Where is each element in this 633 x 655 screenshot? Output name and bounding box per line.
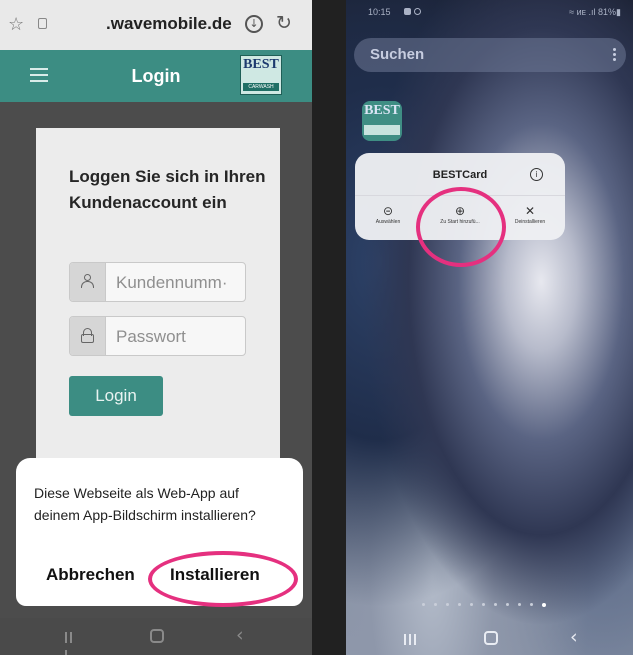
- app-header: Login BEST CARWASH: [0, 50, 312, 102]
- page-dot[interactable]: [518, 603, 521, 606]
- customer-number-placeholder: Kundennumm·: [116, 273, 228, 292]
- page-dot[interactable]: [458, 603, 461, 606]
- back-icon[interactable]: ‹: [236, 624, 244, 646]
- uninstall-action[interactable]: ✕ Deinstallieren: [497, 203, 563, 225]
- bookmark-star-icon[interactable]: ☆: [8, 14, 24, 35]
- search-placeholder: Suchen: [370, 46, 425, 63]
- logo-subtext: CARWASH: [248, 84, 274, 90]
- recents-icon[interactable]: [65, 630, 77, 655]
- right-phone-screen: 10:15 ≈ ᴎᴇ .ıl 81%▮ Suchen BEST BESTCard…: [346, 0, 633, 655]
- app-search-bar[interactable]: Suchen: [354, 38, 626, 72]
- page-dot[interactable]: [482, 603, 485, 606]
- install-message: Diese Webseite als Web-App auf deinem Ap…: [34, 485, 256, 523]
- lock-icon: [38, 18, 47, 29]
- user-addon: [70, 263, 106, 301]
- login-button[interactable]: Login: [69, 376, 163, 416]
- cancel-button[interactable]: Abbrechen: [46, 565, 135, 585]
- password-field[interactable]: Passwort: [69, 316, 246, 356]
- select-action[interactable]: ⊝ Auswählen: [355, 203, 421, 225]
- page-dot[interactable]: [506, 603, 509, 606]
- system-status: ≈ ᴎᴇ .ıl 81%▮: [569, 7, 621, 17]
- home-icon[interactable]: [150, 629, 164, 643]
- status-bar: 10:15 ≈ ᴎᴇ .ıl 81%▮: [346, 0, 633, 26]
- browser-address-bar[interactable]: ☆ .wavemobile.de ↓ ↻: [0, 0, 312, 50]
- lock-addon: [70, 317, 106, 355]
- android-nav-bar-right: ‹: [346, 620, 633, 655]
- bestcard-app-icon[interactable]: BEST: [362, 101, 402, 141]
- page-dot[interactable]: [494, 603, 497, 606]
- page-dot[interactable]: [422, 603, 425, 606]
- page-indicator: [422, 603, 582, 609]
- close-icon: ✕: [524, 204, 536, 218]
- page-dot[interactable]: [446, 603, 449, 606]
- back-icon[interactable]: ‹: [570, 626, 578, 648]
- app-info-icon[interactable]: i: [530, 168, 543, 181]
- install-highlight-circle: [148, 551, 298, 607]
- page-dot[interactable]: [542, 603, 546, 607]
- home-icon[interactable]: [484, 631, 498, 645]
- add-to-home-highlight-circle: [416, 187, 506, 267]
- select-label: Auswählen: [375, 219, 401, 225]
- gallery-notification-icon: [404, 8, 411, 15]
- padlock-icon: [81, 328, 94, 343]
- recents-icon[interactable]: [404, 632, 419, 650]
- best-carwash-logo: BEST CARWASH: [240, 55, 282, 95]
- more-options-icon[interactable]: [613, 48, 616, 62]
- status-time: 10:15: [368, 7, 391, 17]
- app-icon-band: [364, 125, 400, 135]
- page-dot[interactable]: [434, 603, 437, 606]
- logo-text: BEST: [243, 57, 279, 72]
- uninstall-label: Deinstallieren: [514, 219, 546, 225]
- page-dot[interactable]: [530, 603, 533, 606]
- url-text[interactable]: .wavemobile.de: [106, 14, 232, 34]
- select-icon: ⊝: [382, 204, 394, 218]
- page-dot[interactable]: [470, 603, 473, 606]
- reload-icon[interactable]: ↻: [276, 12, 292, 34]
- app-icon-text: BEST: [364, 103, 400, 118]
- login-heading: Loggen Sie sich in Ihren Kundenaccount e…: [69, 167, 266, 212]
- login-card: Loggen Sie sich in Ihren Kundenaccount e…: [36, 128, 280, 458]
- android-nav-bar: ‹: [0, 618, 312, 655]
- download-icon[interactable]: ↓: [245, 15, 263, 33]
- customer-number-field[interactable]: Kundennumm·: [69, 262, 246, 302]
- user-icon: [81, 274, 94, 289]
- password-placeholder: Passwort: [116, 327, 186, 346]
- circle-notification-icon: [414, 8, 421, 15]
